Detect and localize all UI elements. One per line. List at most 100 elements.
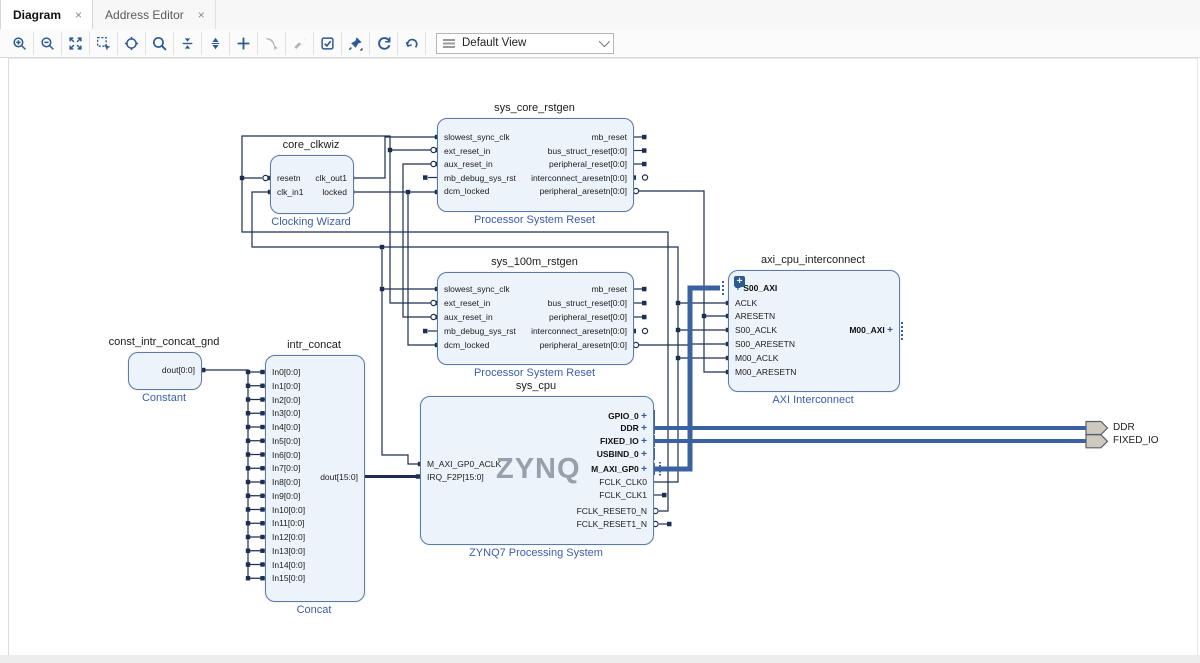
block-axi_cpu_interconnect[interactable]: + S00_AXIACLKARESETNS00_ACLKS00_ARESETNM… xyxy=(728,270,900,392)
port-irq_f2p150[interactable]: IRQ_F2P[15:0] xyxy=(427,473,484,482)
port-slowest_sync_clk[interactable]: slowest_sync_clk xyxy=(444,285,510,294)
port-ext_reset_in[interactable]: ext_reset_in xyxy=(444,299,490,308)
port-m00_aresetn[interactable]: M00_ARESETN xyxy=(735,368,796,377)
port-slowest_sync_clk[interactable]: slowest_sync_clk xyxy=(444,133,510,142)
port-mb_reset[interactable]: mb_reset xyxy=(592,133,627,142)
port-aux_reset_in[interactable]: aux_reset_in xyxy=(444,313,493,322)
optimize-routing-icon[interactable] xyxy=(398,32,426,55)
port-in1000[interactable]: In10[0:0] xyxy=(272,506,305,515)
zoom-to-selection-icon[interactable] xyxy=(90,32,118,55)
port-gpio_0[interactable]: GPIO_0 + xyxy=(608,412,647,421)
tab-diagram[interactable]: Diagram× xyxy=(0,0,93,29)
port-ddr[interactable]: DDR + xyxy=(620,424,647,433)
port-label: dout[0:0] xyxy=(162,365,195,375)
port-dout150[interactable]: dout[15:0] xyxy=(320,473,358,482)
port-mb_debug_sys_rst[interactable]: mb_debug_sys_rst xyxy=(444,327,516,336)
port-peripheral_aresetn00[interactable]: peripheral_aresetn[0:0] xyxy=(540,187,627,196)
validate-design-icon[interactable] xyxy=(314,32,342,55)
zoom-fit-icon[interactable] xyxy=(62,32,90,55)
port-label: mb_debug_sys_rst xyxy=(444,173,516,183)
port-label: IRQ_F2P[15:0] xyxy=(427,472,484,482)
port-in200[interactable]: In2[0:0] xyxy=(272,396,300,405)
port-s00_aresetn[interactable]: S00_ARESETN xyxy=(735,340,795,349)
port-in100[interactable]: In1[0:0] xyxy=(272,382,300,391)
port-fclk_reset1_n[interactable]: FCLK_RESET1_N xyxy=(577,520,647,529)
tab-label: Address Editor xyxy=(105,8,184,22)
view-selector-dropdown[interactable]: Default View xyxy=(436,33,614,54)
expand-interface-icon[interactable]: + xyxy=(641,423,647,434)
close-icon[interactable]: × xyxy=(75,8,82,22)
port-peripheral_aresetn00[interactable]: peripheral_aresetn[0:0] xyxy=(540,341,627,350)
port-fclk_clk0[interactable]: FCLK_CLK0 xyxy=(599,478,647,487)
port-dcm_locked[interactable]: dcm_locked xyxy=(444,187,489,196)
port-bus_struct_reset00[interactable]: bus_struct_reset[0:0] xyxy=(548,147,627,156)
collapse-hierarchy-icon[interactable] xyxy=(174,32,202,55)
block-sys_100m_rstgen[interactable]: slowest_sync_clk ext_reset_in aux_reset_in… xyxy=(437,272,634,365)
expand-interface-icon[interactable]: + xyxy=(641,449,647,460)
expand-hierarchy-icon[interactable] xyxy=(202,32,230,55)
port-in1300[interactable]: In13[0:0] xyxy=(272,547,305,556)
port-aclk[interactable]: ACLK xyxy=(735,299,757,308)
autofit-icon[interactable] xyxy=(118,32,146,55)
expand-interface-icon[interactable]: + xyxy=(887,325,893,336)
port-in400[interactable]: In4[0:0] xyxy=(272,423,300,432)
external-port-fixed_io[interactable]: FIXED_IO xyxy=(1113,435,1159,446)
port-fclk_clk1[interactable]: FCLK_CLK1 xyxy=(599,491,647,500)
regenerate-layout-icon[interactable] xyxy=(370,32,398,55)
external-port-ddr[interactable]: DDR xyxy=(1113,422,1135,433)
port-in1200[interactable]: In12[0:0] xyxy=(272,533,305,542)
tab-address-editor[interactable]: Address Editor × xyxy=(93,0,216,29)
port-ext_reset_in[interactable]: ext_reset_in xyxy=(444,147,490,156)
port-in1100[interactable]: In11[0:0] xyxy=(272,519,304,528)
port-s00_aclk[interactable]: S00_ACLK xyxy=(735,326,777,335)
port-clk_in1[interactable]: clk_in1 xyxy=(277,188,303,197)
port-interconnect_aresetn00[interactable]: interconnect_aresetn[0:0] xyxy=(531,174,627,183)
zoom-in-icon[interactable] xyxy=(6,32,34,55)
port-fixed_io[interactable]: FIXED_IO + xyxy=(600,437,647,446)
port-fclk_reset0_n[interactable]: FCLK_RESET0_N xyxy=(577,507,647,516)
zoom-out-icon[interactable] xyxy=(34,32,62,55)
port-dout00[interactable]: dout[0:0] xyxy=(162,366,195,375)
port-in700[interactable]: In7[0:0] xyxy=(272,464,300,473)
expand-interface-icon[interactable]: + xyxy=(641,436,647,447)
port-peripheral_reset00[interactable]: peripheral_reset[0:0] xyxy=(549,160,627,169)
port-in800[interactable]: In8[0:0] xyxy=(272,478,300,487)
port-aux_reset_in[interactable]: aux_reset_in xyxy=(444,160,493,169)
port-in000[interactable]: In0[0:0] xyxy=(272,368,300,377)
port-in1400[interactable]: In14[0:0] xyxy=(272,561,305,570)
port-label: M00_ACLK xyxy=(735,353,778,363)
port-m00_axi[interactable]: M00_AXI + xyxy=(849,326,893,335)
port-in900[interactable]: In9[0:0] xyxy=(272,492,300,501)
port-interconnect_aresetn00[interactable]: interconnect_aresetn[0:0] xyxy=(531,327,627,336)
port-m_axi_gp0[interactable]: M_AXI_GP0 + xyxy=(591,465,647,474)
port-resetn[interactable]: resetn xyxy=(277,174,301,183)
block-const_intr_concat_gnd[interactable]: dout[0:0] xyxy=(128,352,202,390)
block-core_clkwiz[interactable]: resetn clk_in1 clk_out1locked xyxy=(270,155,354,214)
expand-block-icon[interactable]: + xyxy=(734,276,745,287)
block-sys_core_rstgen[interactable]: slowest_sync_clk ext_reset_in aux_reset_in… xyxy=(437,118,634,212)
close-icon[interactable]: × xyxy=(198,8,205,22)
port-m00_aclk[interactable]: M00_ACLK xyxy=(735,354,778,363)
pin-icon[interactable] xyxy=(342,32,370,55)
port-mb_debug_sys_rst[interactable]: mb_debug_sys_rst xyxy=(444,174,516,183)
port-in1500[interactable]: In15[0:0] xyxy=(272,574,305,583)
port-peripheral_reset00[interactable]: peripheral_reset[0:0] xyxy=(549,313,627,322)
port-in300[interactable]: In3[0:0] xyxy=(272,409,300,418)
port-aresetn[interactable]: ARESETN xyxy=(735,312,775,321)
port-bus_struct_reset00[interactable]: bus_struct_reset[0:0] xyxy=(548,299,627,308)
port-m_axi_gp0_aclk[interactable]: M_AXI_GP0_ACLK xyxy=(427,460,501,469)
port-label: aux_reset_in xyxy=(444,159,493,169)
port-dcm_locked[interactable]: dcm_locked xyxy=(444,341,489,350)
expand-interface-icon[interactable]: + xyxy=(641,464,647,475)
port-clk_out1[interactable]: clk_out1 xyxy=(315,174,347,183)
port-mb_reset[interactable]: mb_reset xyxy=(592,285,627,294)
search-icon[interactable] xyxy=(146,32,174,55)
port-locked[interactable]: locked xyxy=(322,188,347,197)
port-usbind_0[interactable]: USBIND_0 + xyxy=(597,450,647,459)
port-in500[interactable]: In5[0:0] xyxy=(272,437,300,446)
add-ip-icon[interactable] xyxy=(230,32,258,55)
block-sys_cpu[interactable]: M_AXI_GP0_ACLK IRQ_F2P[15:0] GPIO_0 + DDR +… xyxy=(420,396,654,545)
port-in600[interactable]: In6[0:0] xyxy=(272,451,300,460)
block-intr_concat[interactable]: In0[0:0] In1[0:0] In2[0:0] In3[0:0] In4[0:0]… xyxy=(265,355,365,602)
expand-interface-icon[interactable]: + xyxy=(641,411,647,422)
